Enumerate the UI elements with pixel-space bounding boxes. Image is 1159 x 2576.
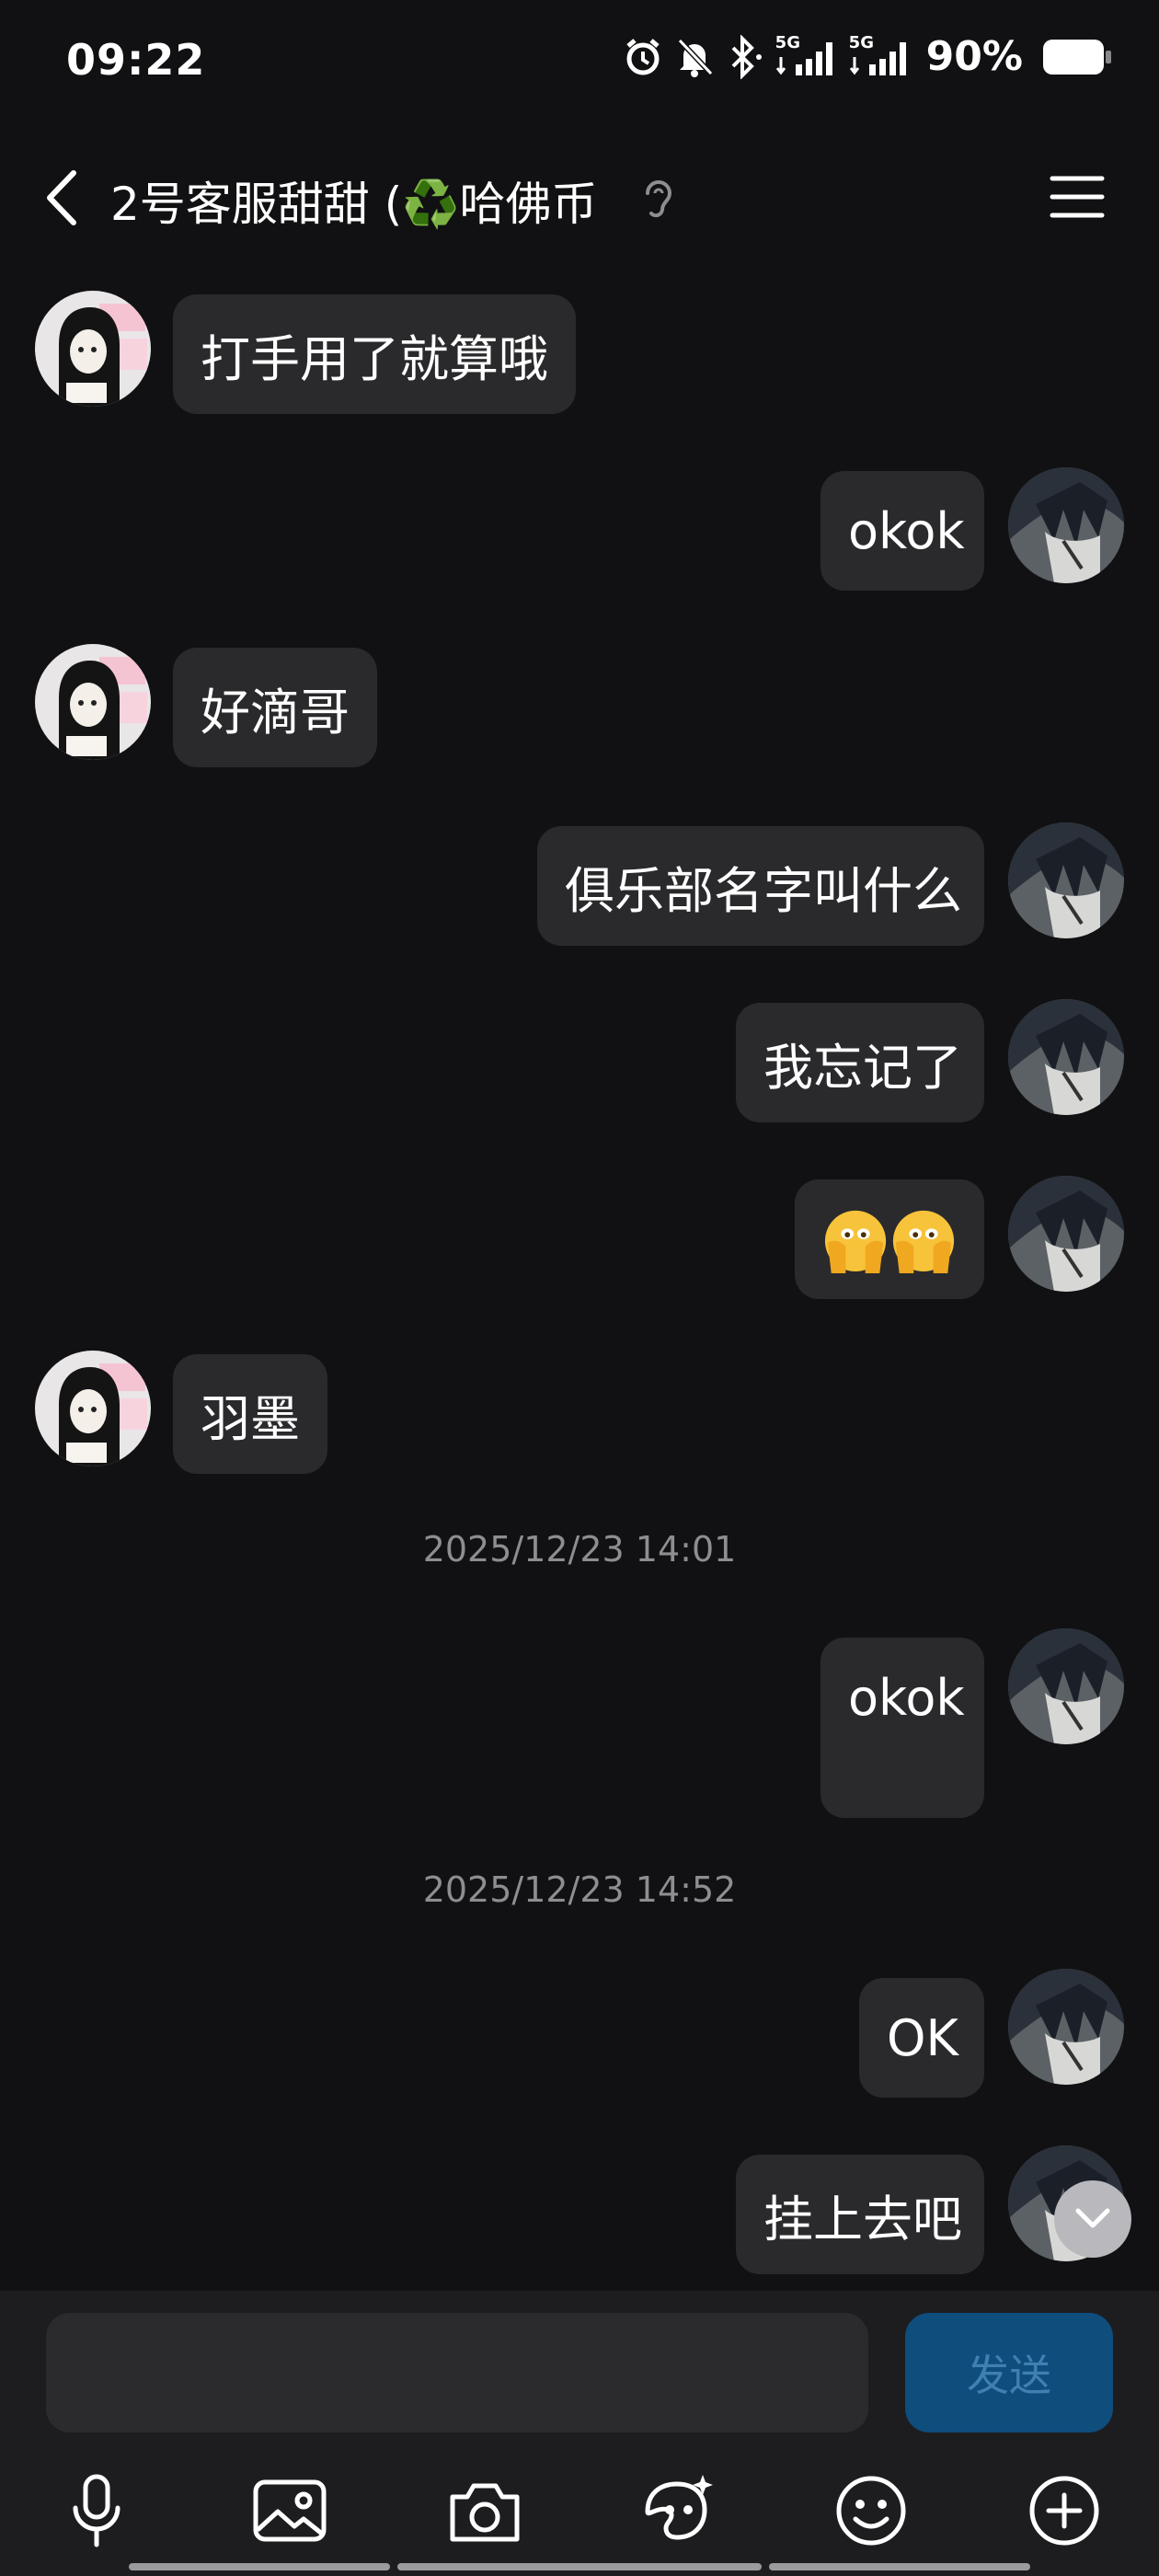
- message-row: okok: [0, 1623, 1159, 1818]
- message-bubble[interactable]: 俱乐部名字叫什么: [537, 826, 984, 946]
- status-time: 09:22: [66, 35, 206, 85]
- scroll-to-bottom-button[interactable]: [1054, 2180, 1131, 2258]
- emoji-icon[interactable]: [830, 2469, 912, 2552]
- message-bubble[interactable]: 羽墨: [173, 1354, 327, 1474]
- my-avatar[interactable]: [1008, 822, 1124, 938]
- contact-avatar[interactable]: [35, 291, 151, 407]
- message-row: 挂上去吧: [0, 2140, 1159, 2291]
- gesture-bar: [0, 2563, 1159, 2576]
- signal-2: 5G: [849, 33, 910, 77]
- message-bubble[interactable]: 我忘记了: [736, 1003, 984, 1122]
- message-row: 🫣🫣: [0, 1159, 1159, 1299]
- my-avatar[interactable]: [1008, 1969, 1124, 2085]
- chat-toolbar: [0, 2449, 1159, 2576]
- message-row: 好滴哥: [0, 629, 1159, 767]
- status-bar: 09:22 5G 5G 90%: [0, 0, 1159, 129]
- my-avatar[interactable]: [1008, 1176, 1124, 1292]
- camera-icon[interactable]: [443, 2469, 526, 2552]
- bluetooth-icon: [731, 34, 762, 79]
- my-avatar[interactable]: [1008, 467, 1124, 583]
- message-bubble[interactable]: OK: [859, 1978, 984, 2098]
- status-icons: 5G 5G 90%: [623, 33, 1111, 80]
- microphone-icon[interactable]: [55, 2469, 138, 2552]
- message-row: okok: [0, 451, 1159, 591]
- ear-icon[interactable]: [638, 175, 675, 223]
- menu-icon[interactable]: [1049, 169, 1106, 224]
- sticker-icon[interactable]: [635, 2469, 717, 2552]
- peeking-face-emoji-icon: [824, 1210, 955, 1273]
- battery-percent: 90%: [925, 33, 1023, 80]
- chat-header: 2号客服甜甜 (♻️哈佛币: [0, 147, 1159, 248]
- plus-icon[interactable]: [1023, 2469, 1106, 2552]
- message-row: 羽墨: [0, 1336, 1159, 1474]
- message-row: 打手用了就算哦: [0, 276, 1159, 414]
- signal-1: 5G: [775, 33, 836, 77]
- message-bubble[interactable]: okok: [820, 1638, 984, 1818]
- timestamp: 2025/12/23 14:52: [422, 1869, 737, 1910]
- my-avatar[interactable]: [1008, 999, 1124, 1115]
- timestamp: 2025/12/23 14:01: [422, 1529, 737, 1570]
- chat-messages: 打手用了就算哦 okok 好滴哥 俱乐部名字叫什么 我忘记了 🫣🫣 羽墨: [0, 276, 1159, 2291]
- alarm-icon: [626, 38, 660, 75]
- contact-avatar[interactable]: [35, 1351, 151, 1466]
- message-bubble[interactable]: 好滴哥: [173, 648, 377, 767]
- message-row: 俱乐部名字叫什么: [0, 806, 1159, 946]
- message-bubble[interactable]: okok: [820, 471, 984, 591]
- battery-icon: [1043, 39, 1111, 75]
- emoji-message-bubble[interactable]: 🫣🫣: [795, 1179, 984, 1299]
- chevron-down-icon: [1075, 2208, 1110, 2228]
- message-input-bar: 发送: [0, 2291, 1159, 2449]
- message-row: 我忘记了: [0, 983, 1159, 1122]
- bell-muted-icon: [677, 38, 713, 77]
- back-arrow-icon[interactable]: [37, 166, 92, 230]
- chat-title[interactable]: 2号客服甜甜 (♻️哈佛币: [110, 167, 597, 234]
- image-icon[interactable]: [248, 2469, 331, 2552]
- contact-avatar[interactable]: [35, 644, 151, 760]
- message-bubble[interactable]: 挂上去吧: [736, 2155, 984, 2274]
- my-avatar[interactable]: [1008, 1628, 1124, 1744]
- message-row: OK: [0, 1963, 1159, 2098]
- message-input[interactable]: [46, 2313, 868, 2432]
- send-button[interactable]: 发送: [905, 2313, 1113, 2432]
- message-bubble[interactable]: 打手用了就算哦: [173, 294, 576, 414]
